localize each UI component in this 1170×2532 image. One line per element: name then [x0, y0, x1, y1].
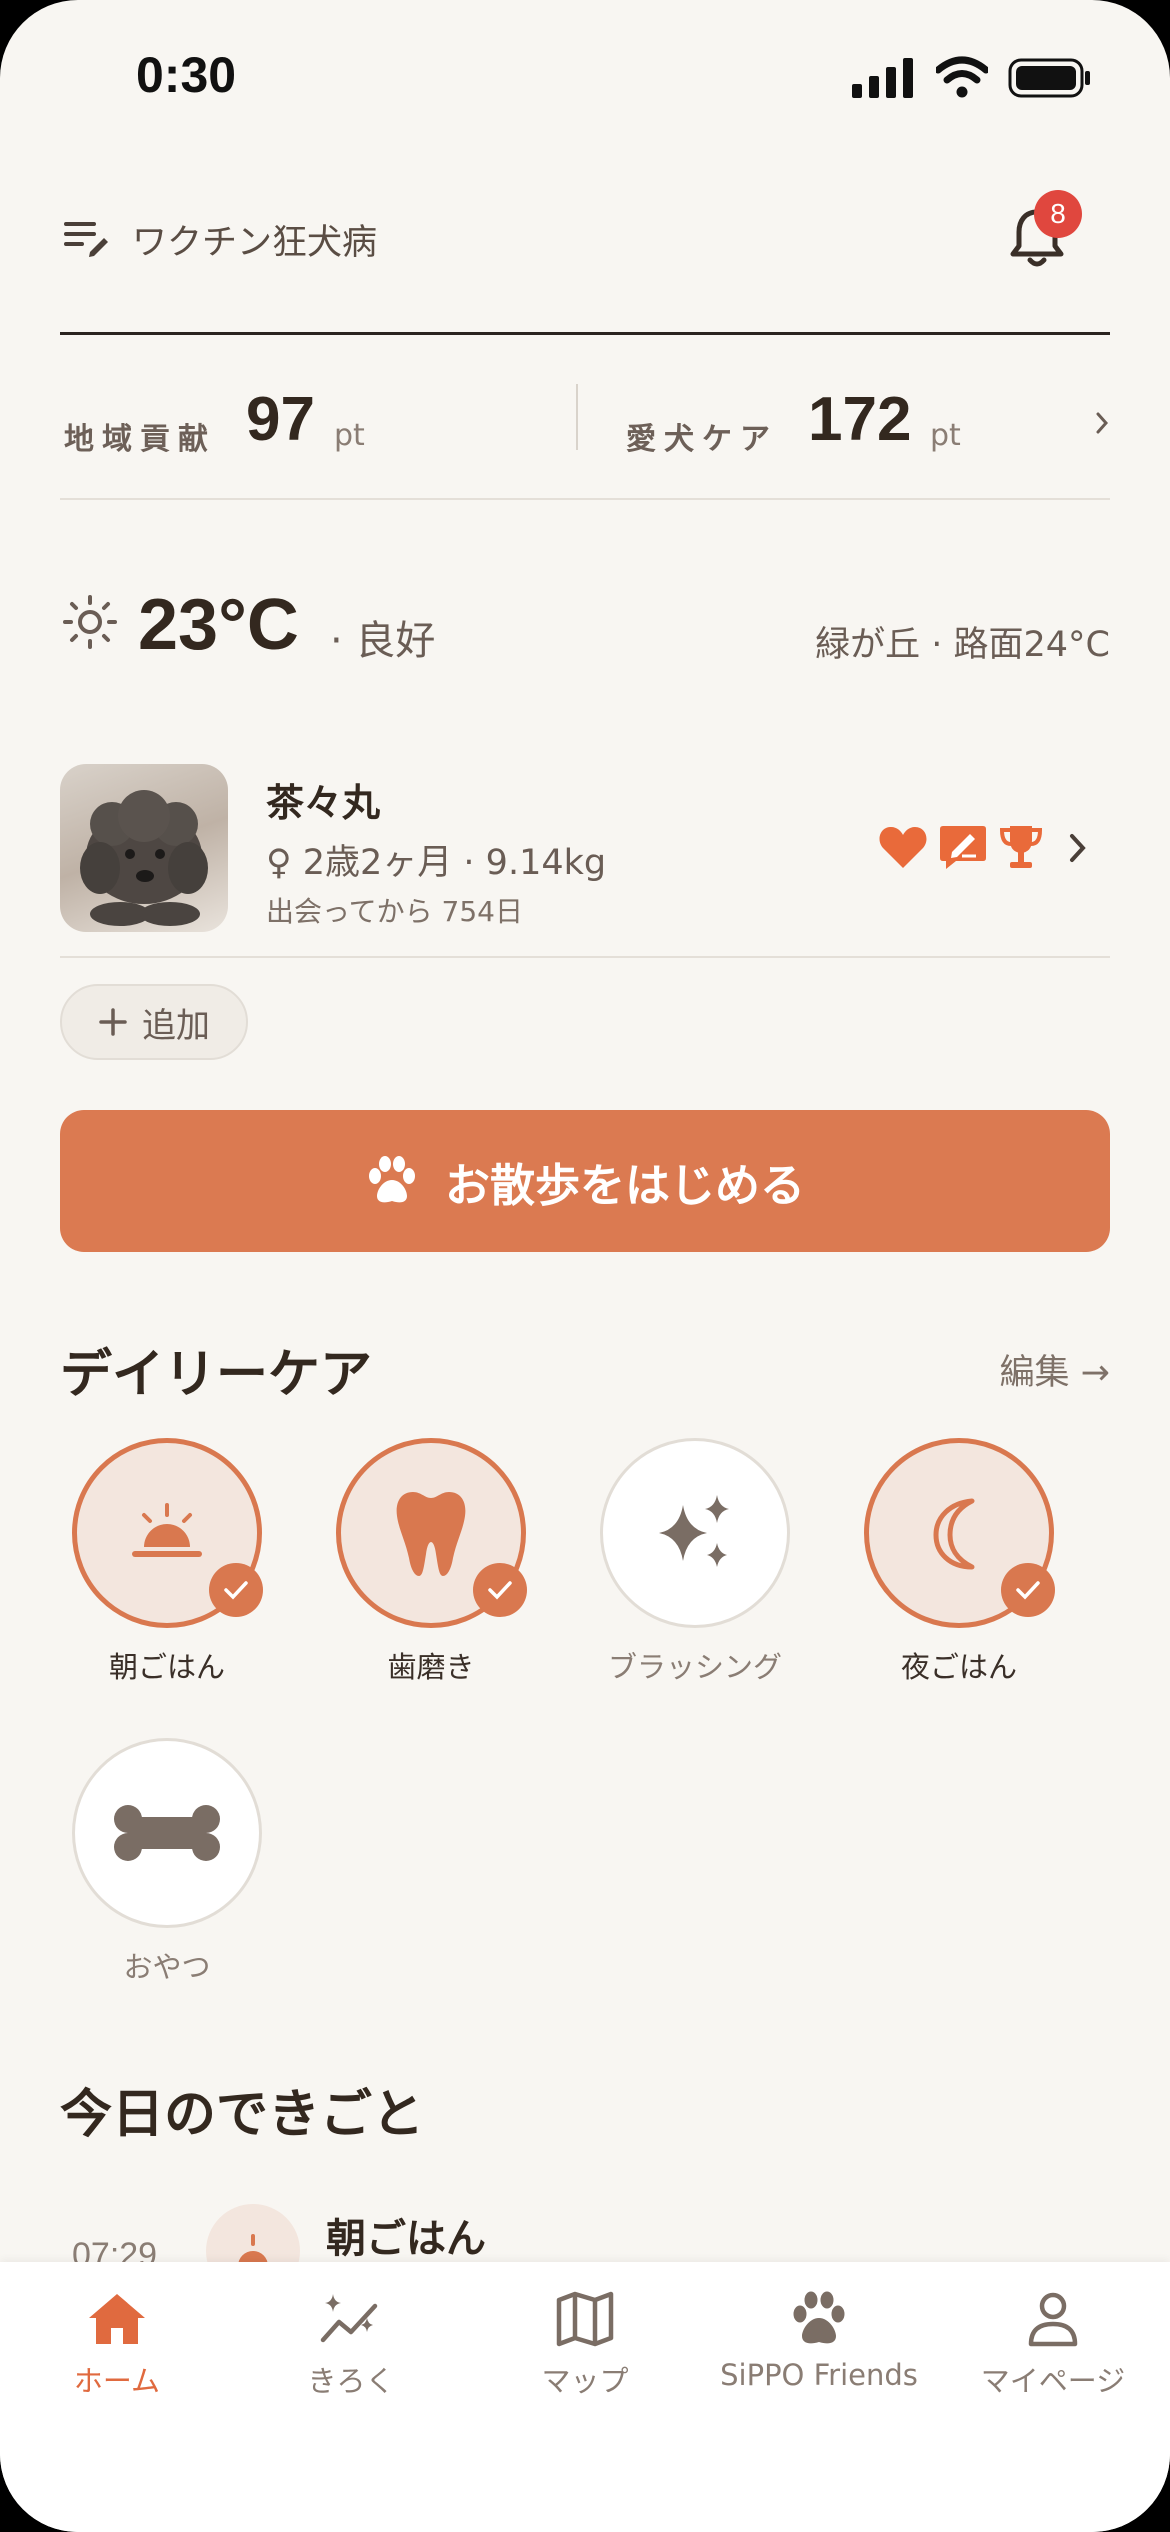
points-divider: [576, 384, 578, 450]
sparkle-icon: [659, 1495, 729, 1567]
community-points-value: 97: [246, 385, 315, 454]
tooth-icon: [396, 1492, 466, 1576]
paw-icon: [793, 2291, 845, 2344]
chart-sparkle-icon: [320, 2294, 378, 2343]
tab-label: マイページ: [980, 2364, 1126, 2398]
care-circle-breakfast[interactable]: [72, 1438, 263, 1628]
care-circle-brushing[interactable]: [600, 1438, 790, 1628]
care-item-dinner[interactable]: 夜ごはん: [864, 1438, 1055, 1686]
care-circle-treat[interactable]: [72, 1738, 262, 1928]
care-label: 歯磨き: [387, 1650, 475, 1684]
check-icon: [1001, 1563, 1055, 1617]
person-icon: [1028, 2292, 1078, 2347]
pet-info: ♀ 2歳2ヶ月 · 9.14kg: [266, 843, 607, 883]
tab-sippo-friends[interactable]: SiPPO Friends: [702, 2290, 936, 2392]
start-walk-button[interactable]: お散歩をはじめる: [60, 1110, 1110, 1252]
memo-icon[interactable]: [64, 218, 110, 258]
tab-map[interactable]: マップ: [468, 2290, 702, 2400]
tab-records[interactable]: きろく: [234, 2290, 468, 2400]
cellular-signal-icon: [852, 58, 913, 98]
header-divider: [60, 332, 1110, 335]
bone-icon: [114, 1805, 220, 1861]
points-divider-bottom: [60, 498, 1110, 500]
home-icon: [89, 2294, 145, 2344]
add-pet-label: 追加: [142, 1005, 210, 1046]
care-item-brushing[interactable]: ブラッシング: [600, 1438, 790, 1686]
battery-icon: [1008, 58, 1090, 98]
care-points-unit: pt: [930, 418, 961, 453]
sun-icon: [63, 595, 117, 649]
tab-label: ホーム: [73, 2364, 161, 2398]
map-icon: [556, 2291, 614, 2347]
care-circle-dinner[interactable]: [864, 1438, 1055, 1628]
pet-days-together: 出会ってから 754日: [266, 895, 523, 928]
daily-care-edit-link[interactable]: 編集 →: [1000, 1344, 1110, 1395]
care-label: 朝ごはん: [108, 1650, 225, 1684]
paw-icon: [368, 1156, 415, 1203]
dog-photo-icon: [80, 790, 208, 926]
add-pet-button[interactable]: 追加: [60, 984, 248, 1060]
pet-chevron-icon[interactable]: [1068, 832, 1088, 864]
care-item-treat[interactable]: おやつ: [72, 1738, 262, 1986]
walk-condition: · 良好: [330, 618, 436, 664]
start-walk-label: お散歩をはじめる: [444, 1158, 805, 1212]
check-icon: [473, 1563, 527, 1617]
notification-badge: 8: [1034, 190, 1082, 238]
wifi-icon: [936, 56, 988, 98]
pet-name[interactable]: 茶々丸: [266, 772, 380, 827]
diary-edit-icon[interactable]: [938, 822, 988, 872]
road-temperature: 緑が丘 · 路面24°C: [815, 625, 1110, 665]
care-points-value: 172: [808, 385, 912, 454]
care-label: 夜ごはん: [900, 1650, 1017, 1684]
care-item-toothbrush[interactable]: 歯磨き: [336, 1438, 527, 1686]
sunrise-icon: [132, 1503, 202, 1557]
tab-label: マップ: [541, 2364, 629, 2398]
moon-icon: [933, 1498, 975, 1570]
community-points-unit: pt: [334, 418, 365, 453]
points-chevron-icon[interactable]: [1094, 410, 1110, 436]
status-time: 0:30: [136, 47, 237, 103]
care-label: ブラッシング: [607, 1650, 782, 1684]
trophy-icon[interactable]: [998, 822, 1044, 872]
heart-icon[interactable]: [878, 824, 928, 870]
event-title[interactable]: 朝ごはん: [326, 2206, 486, 2264]
vaccine-memo-label[interactable]: ワクチン狂犬病: [132, 214, 377, 265]
community-points-label: 地域貢献: [64, 422, 216, 457]
care-points-label: 愛犬ケア: [626, 422, 778, 457]
pet-divider: [60, 956, 1110, 958]
tab-label: きろく: [307, 2364, 395, 2398]
plus-icon: [99, 1008, 127, 1036]
app-screen: 0:30 ワクチン狂犬病 8 地域貢献 97 pt 愛犬ケア 172 pt 23…: [0, 0, 1170, 2532]
care-circle-toothbrush[interactable]: [336, 1438, 527, 1628]
daily-care-title: デイリーケア: [60, 1345, 373, 1405]
tab-label: SiPPO Friends: [720, 2358, 918, 2392]
tab-home[interactable]: ホーム: [0, 2290, 234, 2400]
care-item-breakfast[interactable]: 朝ごはん: [72, 1438, 263, 1686]
care-label: おやつ: [123, 1950, 211, 1984]
pet-avatar[interactable]: [60, 764, 228, 932]
tab-my-page[interactable]: マイページ: [936, 2290, 1170, 2400]
temperature: 23°C: [138, 585, 299, 665]
check-icon: [209, 1563, 263, 1617]
today-title: 今日のできごと: [60, 2085, 425, 2145]
